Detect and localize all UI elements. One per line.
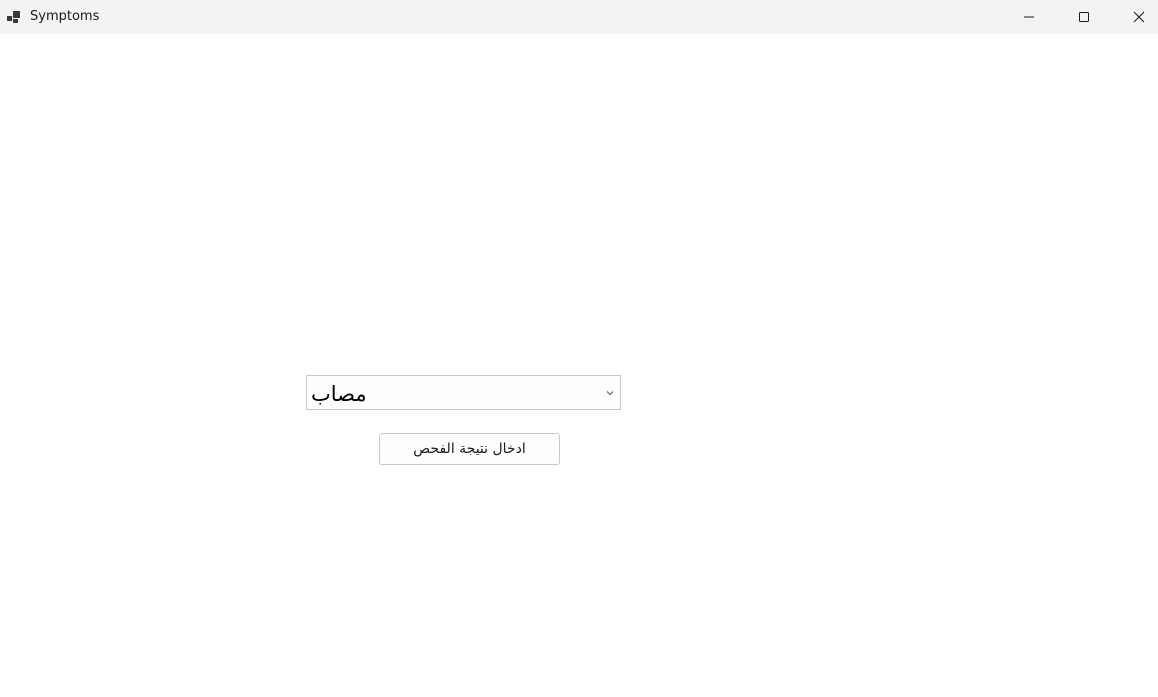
- window-title: Symptoms: [30, 9, 100, 24]
- test-result-select[interactable]: مصاب: [306, 375, 621, 410]
- close-button[interactable]: [1116, 0, 1158, 34]
- maximize-icon: [1079, 12, 1089, 22]
- chevron-down-icon: [606, 391, 614, 396]
- minimize-icon: [1024, 16, 1034, 18]
- app-window: Symptoms مصاب ادخال نتيجة الفحص: [0, 0, 1158, 697]
- minimize-button[interactable]: [1006, 0, 1052, 34]
- maximize-button[interactable]: [1061, 0, 1107, 34]
- enter-test-result-button[interactable]: ادخال نتيجة الفحص: [379, 433, 560, 465]
- title-bar[interactable]: Symptoms: [0, 0, 1158, 34]
- app-icon: [7, 11, 20, 23]
- close-icon: [1133, 11, 1145, 23]
- test-result-selected-value: مصاب: [311, 382, 367, 406]
